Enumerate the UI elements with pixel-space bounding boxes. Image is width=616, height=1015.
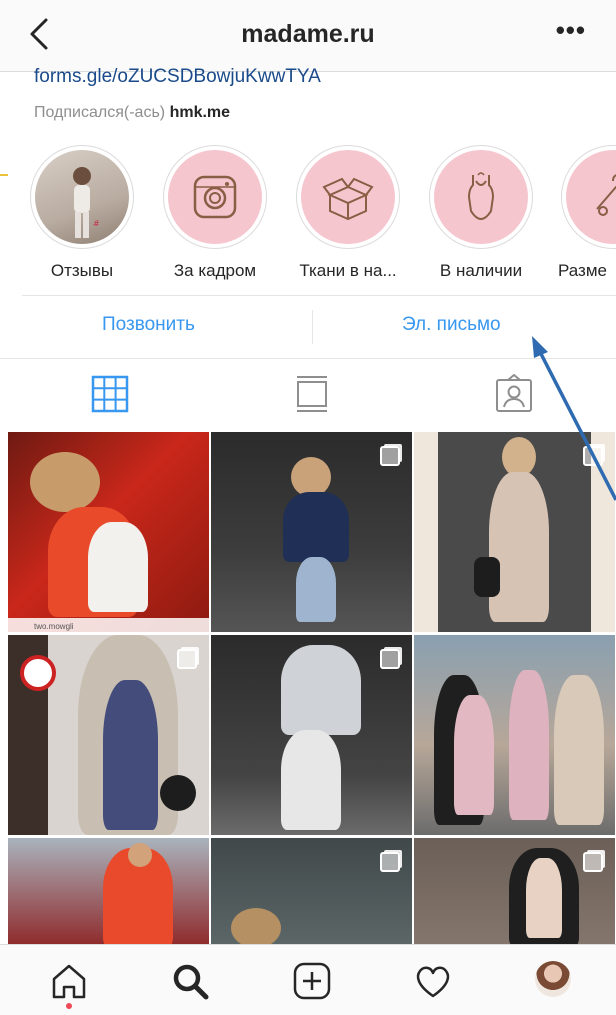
highlight-ring	[163, 145, 267, 249]
bag	[474, 557, 500, 597]
person-figure	[103, 680, 158, 830]
bodysuit-icon	[434, 150, 528, 244]
profile-avatar[interactable]	[535, 961, 571, 997]
multiple-photos-icon	[380, 852, 400, 872]
watermark-text: two.mowgli	[34, 622, 74, 631]
highlight-ring	[429, 145, 533, 249]
highlight-ring: #	[30, 145, 134, 249]
post-thumbnail[interactable]	[211, 432, 412, 632]
divider	[0, 358, 616, 359]
highlight-label: Ткани в на...	[299, 261, 397, 280]
bottom-navigation	[0, 944, 616, 1015]
story-highlights: # Отзывы За кадром Ткани в на... В налич…	[0, 145, 616, 285]
person-figure	[509, 670, 549, 820]
tagged-icon[interactable]	[494, 374, 534, 414]
box-icon	[301, 150, 395, 244]
person-figure	[554, 675, 604, 825]
person-figure	[30, 452, 100, 512]
post-thumbnail[interactable]	[414, 635, 615, 835]
email-button[interactable]: Эл. письмо	[402, 314, 501, 336]
multiple-photos-icon	[380, 649, 400, 669]
highlight-label: Отзывы	[50, 261, 114, 280]
post-thumbnail[interactable]	[8, 838, 209, 944]
more-options-icon[interactable]: •••	[556, 17, 586, 43]
multiple-photos-icon	[583, 852, 603, 872]
highlight-sizes[interactable]: Разме	[558, 145, 616, 281]
camera-icon	[168, 150, 262, 244]
highlight-photo: #	[35, 150, 129, 244]
call-button[interactable]: Позвонить	[102, 314, 195, 336]
feed-icon[interactable]	[292, 374, 332, 414]
post-thumbnail[interactable]: two.mowgli	[8, 432, 209, 632]
heart-icon[interactable]	[413, 961, 453, 1001]
person-figure	[128, 843, 152, 867]
profile-tabs	[0, 362, 616, 424]
multiple-photos-icon	[177, 649, 197, 669]
hanger-icon	[566, 150, 616, 244]
app-header: madame.ru •••	[0, 0, 616, 72]
person-figure	[454, 695, 494, 815]
activity-dot	[66, 1003, 72, 1009]
highlight-in-stock[interactable]: В наличии	[426, 145, 536, 281]
contact-actions: Позвонить Эл. письмо	[0, 300, 616, 356]
person-figure	[296, 557, 336, 622]
post-thumbnail[interactable]	[211, 635, 412, 835]
bag	[160, 775, 196, 811]
post-thumbnail[interactable]	[211, 838, 412, 944]
posts-grid: two.mowgli	[8, 432, 616, 944]
highlight-label: В наличии	[439, 261, 523, 280]
post-thumbnail[interactable]	[414, 432, 615, 632]
post-thumbnail[interactable]	[8, 635, 209, 835]
plant	[231, 908, 281, 944]
highlight-reviews[interactable]: # Отзывы	[27, 145, 137, 281]
followed-by: Подписался(-ась) hmk.me	[34, 104, 230, 122]
highlight-label: За кадром	[173, 261, 257, 280]
profile-link[interactable]: forms.gle/oZUCSDBowjuKwwTYA	[34, 66, 321, 88]
followed-by-prefix: Подписался(-ась)	[34, 104, 166, 121]
person-figure	[281, 645, 361, 735]
page-title: madame.ru	[241, 20, 375, 48]
no-smoking-sign	[20, 655, 56, 691]
person-figure	[283, 492, 349, 562]
post-thumbnail[interactable]	[414, 838, 615, 944]
followed-by-user[interactable]: hmk.me	[170, 104, 230, 121]
person-figure	[88, 522, 148, 612]
multiple-photos-icon	[583, 446, 603, 466]
person-figure	[489, 472, 549, 622]
highlight-label: Разме	[558, 261, 607, 280]
highlight-ring	[296, 145, 400, 249]
person-figure	[291, 457, 331, 497]
multiple-photos-icon	[380, 446, 400, 466]
person-figure	[281, 730, 341, 830]
search-icon[interactable]	[170, 961, 210, 1001]
divider	[22, 295, 616, 296]
person-photo-icon: #	[73, 167, 100, 238]
home-icon[interactable]	[49, 961, 89, 1001]
highlight-ring	[561, 145, 616, 249]
svg-text:#: #	[93, 219, 100, 228]
person-figure	[526, 858, 562, 938]
person-figure	[502, 437, 536, 477]
highlight-fabrics[interactable]: Ткани в на...	[293, 145, 403, 281]
new-post-icon[interactable]	[292, 961, 332, 1001]
grid-icon[interactable]	[90, 374, 130, 414]
divider	[312, 310, 313, 344]
highlight-behind-scenes[interactable]: За кадром	[160, 145, 270, 281]
